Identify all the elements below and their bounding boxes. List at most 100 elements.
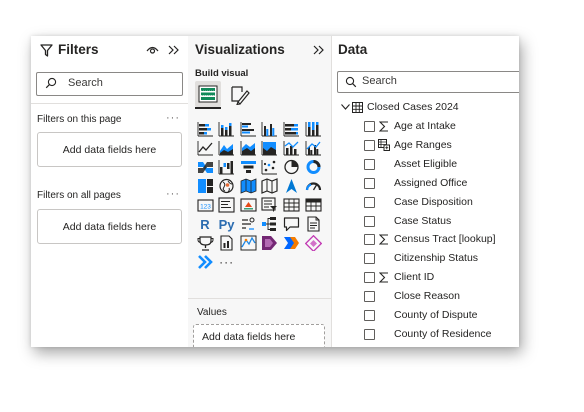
field-checkbox[interactable] bbox=[364, 177, 375, 189]
field-checkbox[interactable] bbox=[364, 121, 375, 132]
filters-on-this-page-well[interactable]: Add data fields here bbox=[37, 132, 182, 167]
filters-search-box[interactable]: Search bbox=[36, 72, 183, 96]
filters-header: Filters bbox=[31, 42, 188, 60]
qa-icon[interactable] bbox=[281, 215, 301, 233]
shape-map-icon[interactable] bbox=[260, 177, 280, 195]
values-well[interactable]: Add data fields here bbox=[193, 324, 325, 347]
well-placeholder: Add data fields here bbox=[62, 143, 157, 156]
field-label: Client ID bbox=[394, 271, 435, 284]
arcgis-map-icon[interactable] bbox=[238, 234, 258, 252]
power-apps-icon[interactable] bbox=[260, 234, 280, 252]
metrics-icon[interactable] bbox=[195, 234, 215, 252]
decomposition-tree-icon[interactable] bbox=[260, 215, 280, 233]
field-checkbox[interactable] bbox=[364, 253, 375, 265]
line-and-clustered-column-chart-icon[interactable] bbox=[303, 139, 323, 157]
field-label: Assigned Office bbox=[394, 176, 468, 189]
field-row[interactable]: Citizenship Status bbox=[331, 250, 519, 268]
build-visual-label: Build visual bbox=[195, 68, 249, 79]
eye-icon[interactable] bbox=[145, 44, 159, 56]
data-search-placeholder: Search bbox=[362, 75, 397, 87]
treemap-icon[interactable] bbox=[195, 177, 215, 195]
stacked-area-chart-icon[interactable] bbox=[238, 139, 258, 157]
search-icon bbox=[44, 76, 58, 90]
data-search-box[interactable]: Search bbox=[337, 71, 519, 93]
table-node[interactable]: Closed Cases 2024 bbox=[331, 99, 519, 117]
smart-narrative-icon[interactable] bbox=[303, 215, 323, 233]
get-more-visuals-icon[interactable] bbox=[195, 253, 215, 271]
more-options-icon[interactable]: ··· bbox=[166, 112, 180, 124]
chevron-down-icon[interactable] bbox=[340, 102, 350, 112]
field-row[interactable]: Client ID bbox=[331, 269, 519, 287]
field-row[interactable]: Case Status bbox=[331, 213, 519, 231]
filled-map-icon[interactable] bbox=[238, 177, 258, 195]
pie-chart-icon[interactable] bbox=[281, 158, 301, 176]
field-row[interactable]: County of Residence bbox=[331, 326, 519, 344]
stacked-column-chart-icon[interactable] bbox=[217, 120, 237, 138]
table-icon[interactable] bbox=[281, 196, 301, 214]
key-influencers-icon[interactable] bbox=[238, 215, 258, 233]
donut-chart-icon[interactable] bbox=[303, 158, 323, 176]
field-row[interactable]: County of Dispute bbox=[331, 307, 519, 325]
field-checkbox[interactable] bbox=[364, 158, 375, 170]
field-label: County of Dispute bbox=[394, 309, 478, 321]
field-checkbox[interactable] bbox=[364, 234, 375, 246]
filters-on-all-pages-well[interactable]: Add data fields here bbox=[37, 209, 182, 244]
power-automate-icon[interactable] bbox=[281, 234, 301, 252]
100-stacked-area-chart-icon[interactable] bbox=[260, 139, 280, 157]
paginated-report-icon[interactable] bbox=[217, 234, 237, 252]
area-chart-icon[interactable] bbox=[217, 139, 237, 157]
field-checkbox[interactable] bbox=[364, 310, 375, 321]
collapse-filters-icon[interactable] bbox=[167, 44, 181, 56]
sigma-icon bbox=[377, 119, 391, 133]
kpi-icon[interactable] bbox=[238, 196, 258, 214]
field-row[interactable]: Asset Eligible bbox=[331, 156, 519, 174]
build-visual-tab[interactable] bbox=[195, 81, 221, 107]
custom-visual-icon[interactable] bbox=[303, 234, 323, 252]
field-row[interactable]: Age Ranges bbox=[331, 137, 519, 155]
python-visual-icon[interactable]: Py bbox=[217, 215, 237, 233]
filters-pane: Filters Search Filters on this page ··· … bbox=[31, 36, 189, 347]
data-header: Data bbox=[331, 42, 519, 60]
scatter-chart-icon[interactable] bbox=[260, 158, 280, 176]
field-checkbox[interactable] bbox=[364, 139, 375, 151]
stacked-bar-chart-icon[interactable] bbox=[195, 120, 215, 138]
field-checkbox[interactable] bbox=[364, 196, 375, 208]
more-options-icon[interactable]: ··· bbox=[166, 188, 180, 200]
active-tab-indicator bbox=[195, 107, 221, 109]
azure-map-icon[interactable] bbox=[281, 177, 301, 195]
field-label: County of Residence bbox=[394, 327, 492, 340]
field-checkbox[interactable] bbox=[364, 291, 375, 303]
clustered-column-chart-icon[interactable] bbox=[260, 120, 280, 138]
matrix-icon[interactable] bbox=[303, 196, 323, 214]
field-row[interactable]: Age at Intake bbox=[331, 118, 519, 136]
values-label: Values bbox=[197, 307, 227, 318]
clustered-bar-chart-icon[interactable] bbox=[238, 120, 258, 138]
format-visual-tab[interactable] bbox=[227, 81, 253, 107]
filters-search-placeholder: Search bbox=[68, 77, 103, 89]
line-chart-icon[interactable] bbox=[195, 139, 215, 157]
waterfall-chart-icon[interactable] bbox=[217, 158, 237, 176]
card-icon[interactable]: 123 bbox=[195, 196, 215, 214]
field-row[interactable]: Case Disposition bbox=[331, 194, 519, 212]
100-stacked-bar-chart-icon[interactable] bbox=[281, 120, 301, 138]
100-stacked-column-chart-icon[interactable] bbox=[303, 120, 323, 138]
sigma-icon bbox=[377, 232, 391, 246]
ribbon-chart-icon[interactable] bbox=[195, 158, 215, 176]
r-script-visual-icon[interactable]: R bbox=[195, 215, 215, 233]
field-row[interactable]: Assigned Office bbox=[331, 175, 519, 193]
funnel-chart-icon[interactable] bbox=[238, 158, 258, 176]
slicer-icon[interactable] bbox=[260, 196, 280, 214]
more-options-icon[interactable]: ··· bbox=[217, 253, 237, 271]
field-row[interactable]: Close Reason bbox=[331, 288, 519, 306]
visualizations-header: Visualizations bbox=[188, 42, 331, 60]
field-checkbox[interactable] bbox=[364, 215, 375, 227]
field-label: Census Tract [lookup] bbox=[394, 233, 496, 246]
field-checkbox[interactable] bbox=[364, 328, 375, 340]
collapse-visualizations-icon[interactable] bbox=[312, 44, 326, 56]
gauge-icon[interactable] bbox=[303, 177, 323, 195]
field-row[interactable]: Census Tract [lookup] bbox=[331, 231, 519, 249]
map-icon[interactable] bbox=[217, 177, 237, 195]
multi-row-card-icon[interactable] bbox=[217, 196, 237, 214]
field-checkbox[interactable] bbox=[364, 272, 375, 284]
line-and-stacked-column-chart-icon[interactable] bbox=[281, 139, 301, 157]
